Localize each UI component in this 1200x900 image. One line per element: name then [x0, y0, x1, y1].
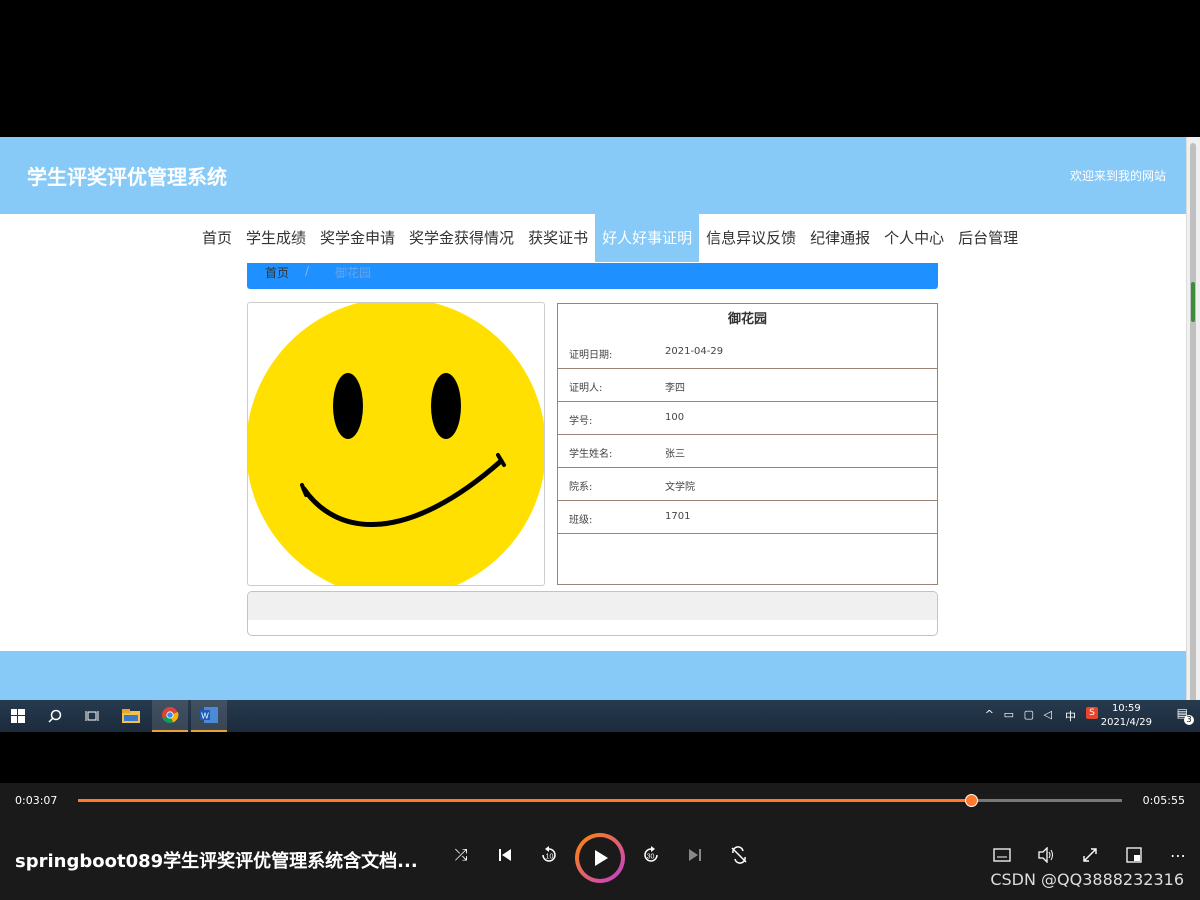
row-label: 班级:: [569, 515, 593, 526]
volume-icon[interactable]: [1031, 840, 1061, 870]
site-footer: [0, 651, 1187, 700]
row-value: 张三: [665, 449, 685, 460]
nav-item-scores[interactable]: 学生成绩: [239, 214, 313, 262]
detail-image: [247, 302, 545, 586]
row-label: 院系:: [569, 482, 593, 493]
nav-item-scholarship-apply[interactable]: 奖学金申请: [313, 214, 402, 262]
subtitles-icon[interactable]: [987, 840, 1017, 870]
scrollbar-marker: [1191, 282, 1195, 322]
main-nav: 首页 学生成绩 奖学金申请 奖学金获得情况 获奖证书 好人好事证明 信息异议反馈…: [0, 214, 1187, 262]
svg-text:W: W: [201, 712, 209, 721]
row-value: 李四: [665, 383, 685, 394]
video-player-controls: 0:03:07 0:05:55 springboot089学生评奖评优管理系统含…: [0, 783, 1200, 900]
page-scrollbar[interactable]: [1186, 137, 1200, 700]
nav-item-feedback[interactable]: 信息异议反馈: [699, 214, 803, 262]
row-label: 证明日期:: [569, 350, 613, 361]
video-letterbox-top: [0, 0, 1200, 137]
row-value: 文学院: [665, 482, 695, 493]
play-icon: [595, 850, 608, 866]
nav-item-certificates[interactable]: 获奖证书: [521, 214, 595, 262]
seek-bar-fill: [78, 799, 972, 802]
csdn-watermark: CSDN @QQ3888232316: [990, 870, 1184, 889]
welcome-text: 欢迎来到我的网站: [1069, 169, 1166, 183]
detail-row-student-name: 学生姓名: 张三: [558, 435, 937, 468]
network-icon[interactable]: ▢: [1024, 708, 1034, 721]
svg-text:30: 30: [647, 854, 655, 861]
current-time: 0:03:07: [15, 794, 58, 807]
nav-item-personal-center[interactable]: 个人中心: [877, 214, 951, 262]
battery-icon[interactable]: ▭: [1004, 708, 1014, 721]
task-view-icon[interactable]: [74, 700, 110, 732]
fullscreen-icon[interactable]: [1075, 840, 1105, 870]
site-title: 学生评奖评优管理系统: [27, 165, 227, 189]
file-explorer-icon[interactable]: [113, 700, 149, 732]
search-icon[interactable]: [37, 700, 73, 732]
nav-item-discipline[interactable]: 纪律通报: [803, 214, 877, 262]
row-label: 学生姓名:: [569, 449, 613, 460]
tray-chevron-up-icon[interactable]: ^: [985, 708, 994, 721]
breadcrumb-current: 御花园: [335, 266, 372, 280]
windows-start-icon[interactable]: [0, 700, 36, 732]
total-time: 0:05:55: [1142, 794, 1185, 807]
clock-time: 10:59: [1111, 703, 1141, 714]
comment-panel-header: [248, 592, 937, 620]
row-label: 证明人:: [569, 383, 603, 394]
detail-row-class: 班级: 1701: [558, 501, 937, 534]
video-title: springboot089学生评奖评优管理系统含文档...: [15, 851, 418, 872]
detail-title: 御花园: [727, 312, 767, 327]
site-header: 学生评奖评优管理系统 欢迎来到我的网站: [0, 137, 1187, 214]
forward-30-icon[interactable]: 30: [636, 840, 666, 870]
clock[interactable]: 10:59 2021/4/29: [1101, 702, 1152, 730]
play-button-inner: [579, 837, 621, 879]
row-value: 1701: [665, 511, 691, 522]
browser-page: 学生评奖评优管理系统 欢迎来到我的网站 首页 学生成绩 奖学金申请 奖学金获得情…: [0, 137, 1200, 700]
row-label: 学号:: [569, 416, 593, 427]
row-value: 100: [665, 412, 685, 423]
seek-bar[interactable]: [78, 794, 1122, 807]
clock-date: 2021/4/29: [1100, 717, 1152, 728]
nav-item-admin[interactable]: 后台管理: [951, 214, 1025, 262]
detail-row-witness: 证明人: 李四: [558, 369, 937, 402]
rewind-10-icon[interactable]: 10: [534, 840, 564, 870]
detail-table: 御花园 证明日期: 2021-04-29 证明人: 李四 学号: 100 学生姓…: [557, 303, 938, 585]
nav-item-scholarship-awarded[interactable]: 奖学金获得情况: [402, 214, 521, 262]
sogou-ime-icon[interactable]: S: [1086, 707, 1098, 719]
detail-row-department: 院系: 文学院: [558, 468, 937, 501]
chrome-icon[interactable]: [152, 700, 188, 732]
word-icon[interactable]: W: [191, 700, 227, 732]
breadcrumb: 首页 / 御花园: [247, 263, 938, 289]
play-button[interactable]: [575, 833, 625, 883]
shuffle-icon[interactable]: ⤮: [446, 840, 476, 870]
more-options-icon[interactable]: ⋯: [1163, 840, 1193, 870]
previous-track-icon[interactable]: [490, 840, 520, 870]
comment-panel: [247, 591, 938, 636]
nav-list: 首页 学生成绩 奖学金申请 奖学金获得情况 获奖证书 好人好事证明 信息异议反馈…: [195, 214, 1025, 262]
notification-count-badge: 3: [1184, 715, 1194, 725]
scrollbar-thumb[interactable]: [1190, 143, 1196, 700]
detail-row-student-id: 学号: 100: [558, 402, 937, 435]
svg-text:10: 10: [546, 854, 554, 861]
seek-bar-knob[interactable]: [964, 794, 978, 807]
nav-item-home[interactable]: 首页: [195, 214, 239, 262]
row-value: 2021-04-29: [665, 346, 724, 357]
breadcrumb-separator: /: [305, 264, 310, 278]
ime-indicator[interactable]: 中: [1065, 708, 1076, 724]
volume-icon[interactable]: ◁: [1044, 708, 1052, 721]
nav-item-good-deeds[interactable]: 好人好事证明: [595, 214, 700, 262]
mini-player-icon[interactable]: [1119, 840, 1149, 870]
repeat-off-icon[interactable]: [724, 840, 754, 870]
windows-taskbar: W ^ ▭ ▢ ◁ 中 S 10:59 2021/4/29 ▤ 3: [0, 700, 1200, 732]
breadcrumb-home[interactable]: 首页: [265, 264, 289, 281]
detail-row-date: 证明日期: 2021-04-29: [558, 336, 937, 369]
next-track-icon[interactable]: [680, 840, 710, 870]
smiley-face-image: [248, 303, 544, 585]
